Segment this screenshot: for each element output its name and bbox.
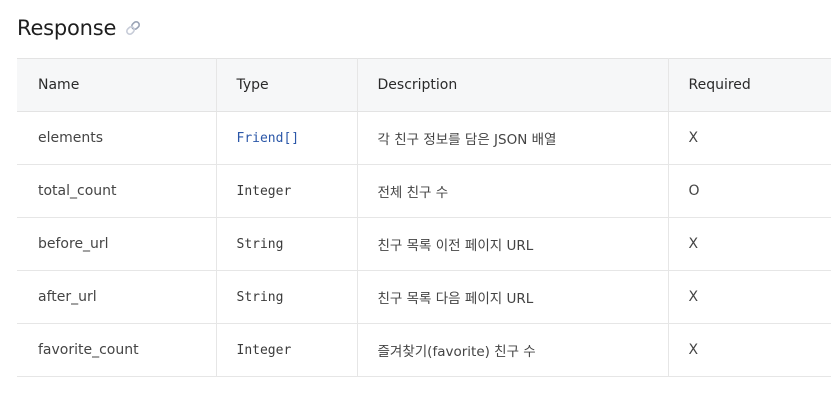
cell-name: elements: [17, 111, 217, 165]
description-text: 즐겨찾기(favorite) 친구 수: [377, 344, 536, 360]
column-header-name: Name: [17, 58, 217, 112]
table-row: after_url String 친구 목록 다음 페이지 URL X: [17, 270, 831, 324]
cell-description: 각 친구 정보를 담은 JSON 배열: [357, 111, 669, 165]
page-title: Response: [17, 16, 117, 40]
response-section: Response Name Type Description Required: [0, 0, 831, 397]
cell-type: Integer: [216, 323, 358, 377]
table-row: total_count Integer 전체 친구 수 O: [17, 164, 831, 218]
cell-type: Friend[]: [216, 111, 358, 165]
cell-required: O: [668, 164, 831, 218]
cell-description: 전체 친구 수: [357, 164, 669, 218]
description-text: 전체 친구 수: [377, 185, 449, 201]
cell-name: total_count: [17, 164, 217, 218]
cell-description: 친구 목록 이전 페이지 URL: [357, 217, 669, 271]
link-icon[interactable]: [124, 19, 142, 37]
cell-type: Integer: [216, 164, 358, 218]
section-header: Response: [17, 14, 142, 42]
cell-description: 즐겨찾기(favorite) 친구 수: [357, 323, 669, 377]
cell-name: before_url: [17, 217, 217, 271]
cell-required: X: [668, 111, 831, 165]
response-table: Name Type Description Required elements …: [17, 58, 831, 377]
table-row: favorite_count Integer 즐겨찾기(favorite) 친구…: [17, 323, 831, 377]
type-text: Integer: [236, 184, 292, 199]
cell-name: after_url: [17, 270, 217, 324]
cell-required: X: [668, 270, 831, 324]
column-header-type: Type: [216, 58, 358, 112]
column-header-required: Required: [668, 58, 831, 112]
type-text: String: [236, 290, 284, 305]
description-text: 친구 목록 이전 페이지 URL: [377, 238, 534, 254]
cell-required: X: [668, 217, 831, 271]
column-header-description: Description: [357, 58, 669, 112]
description-text: 친구 목록 다음 페이지 URL: [377, 291, 534, 307]
type-text: Integer: [236, 343, 292, 358]
type-link[interactable]: Friend[]: [237, 131, 300, 146]
table-row: before_url String 친구 목록 이전 페이지 URL X: [17, 217, 831, 271]
cell-description: 친구 목록 다음 페이지 URL: [357, 270, 669, 324]
cell-required: X: [668, 323, 831, 377]
description-text: 각 친구 정보를 담은 JSON 배열: [377, 132, 557, 148]
cell-type: String: [216, 217, 358, 271]
table-header-row: Name Type Description Required: [17, 58, 831, 112]
cell-name: favorite_count: [17, 323, 217, 377]
response-table-wrapper: Name Type Description Required elements …: [17, 58, 831, 377]
cell-type: String: [216, 270, 358, 324]
type-text: String: [236, 237, 284, 252]
table-row: elements Friend[] 각 친구 정보를 담은 JSON 배열 X: [17, 111, 831, 165]
